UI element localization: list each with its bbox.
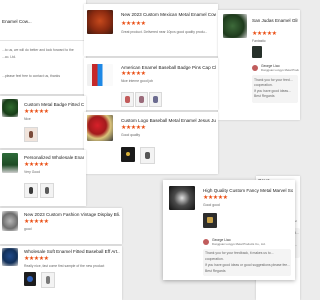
reply-line: ...co. Ltd. <box>2 55 16 59</box>
reply-line: cooperation. <box>254 83 273 87</box>
product-thumbnail[interactable] <box>87 10 113 34</box>
product-title[interactable]: New 2023 Custom Fashion Vintage Display … <box>24 212 120 218</box>
product-title[interactable]: New 2023 Custom Mexican Metal Enamel Cow… <box>121 12 216 18</box>
review-card: Wholesale Soft Enamel Fitted Baseball Ef… <box>0 246 122 300</box>
seller-reply: Thank you for your feed... cooperation. … <box>252 75 298 103</box>
product-thumbnail[interactable] <box>223 14 247 38</box>
product-title[interactable]: High Quality Custom Fancy Metal Marvel S… <box>203 188 293 194</box>
review-text: Very Good <box>24 170 41 174</box>
star-rating: ★★★★★ <box>24 162 49 168</box>
seller-company: Dongguan Longyu Metal Products Co., Ltd. <box>212 242 266 246</box>
review-text: Nice interne good job <box>121 79 154 83</box>
product-thumbnail[interactable] <box>2 153 18 173</box>
product-title[interactable]: Custom Metal Badge Fitted Cr... <box>24 102 84 108</box>
product-title[interactable]: San Judas Enamel Glitte... <box>252 18 298 24</box>
product-thumbnail[interactable] <box>2 211 18 231</box>
product-thumbnail[interactable] <box>2 99 18 117</box>
review-photo[interactable] <box>135 92 148 107</box>
seller-avatar <box>252 65 258 71</box>
review-photo[interactable] <box>149 92 162 107</box>
review-text: Great product. Delivered near 10pcs good… <box>121 30 208 34</box>
product-title[interactable]: Personalized Wholesale Enamel... <box>24 155 84 161</box>
star-rating: ★★★★★ <box>203 195 228 201</box>
star-rating: ★★★★★ <box>252 31 277 37</box>
seller-company: Dongguan Longyu Metal Products Co., Ltd. <box>261 68 299 72</box>
review-photo[interactable] <box>41 272 55 288</box>
review-text: good <box>24 227 32 231</box>
review-card: Custom Metal Badge Fitted Cr... ★★★★★ Ni… <box>0 96 86 148</box>
review-card: American Enamel Baseball Badge Pins Cap … <box>84 58 218 110</box>
review-card: New 2023 Custom Fashion Vintage Display … <box>0 208 122 244</box>
reply-line: ...to us, we will do better and look for… <box>2 48 74 52</box>
reply-line: If you have good ideas... <box>254 89 291 93</box>
review-photo[interactable] <box>140 147 155 164</box>
review-photo[interactable] <box>24 127 38 142</box>
review-card: San Judas Enamel Glitte... ★★★★★ Fantast… <box>218 10 300 120</box>
product-thumbnail[interactable] <box>87 115 113 141</box>
review-card: Custom Logo Baseball Metal Enamel Jesus … <box>84 112 218 174</box>
product-title[interactable]: Custom Logo Baseball Metal Enamel Jesus … <box>121 118 216 124</box>
review-text: Nice <box>24 117 31 121</box>
seller-reply: Thank you for your feedback, it makes us… <box>203 249 291 276</box>
reply-line: If you have good ideas or good suggestio… <box>205 263 291 267</box>
review-photo[interactable] <box>121 147 135 162</box>
review-photo[interactable] <box>24 183 38 198</box>
star-rating: ★★★★★ <box>121 21 146 27</box>
reply-line: Thank you for your feedback, it makes us… <box>205 251 274 255</box>
seller-avatar <box>203 239 209 245</box>
review-photo[interactable] <box>40 183 54 198</box>
star-rating: ★★★★★ <box>24 109 49 115</box>
star-rating: ★★★★★ <box>24 256 49 262</box>
product-thumbnail[interactable] <box>169 186 195 210</box>
divider <box>0 40 86 41</box>
review-text: Good quality <box>121 133 141 137</box>
star-rating: ★★★★★ <box>121 71 146 77</box>
star-rating: ★★★★★ <box>121 125 146 131</box>
product-thumbnail[interactable] <box>87 64 113 86</box>
review-text: Really nice, fast come first sample of t… <box>24 264 105 268</box>
review-photo[interactable] <box>121 92 134 107</box>
review-photo[interactable] <box>24 272 36 286</box>
review-photo[interactable] <box>203 213 217 228</box>
review-text: Good good <box>203 203 220 207</box>
review-card: High Quality Custom Fancy Metal Marvel S… <box>163 180 295 280</box>
star-rating: ★★★★★ <box>24 219 49 225</box>
product-title[interactable]: Wholesale Soft Enamel Fitted Baseball Ef… <box>24 249 120 255</box>
reply-line: Best Regards <box>205 269 226 273</box>
review-card: Enamel Cow... ...to us, we will do bette… <box>0 0 86 94</box>
review-card: New 2023 Custom Mexican Metal Enamel Cow… <box>84 4 218 56</box>
reply-note: ...please feel free to contact us, thank… <box>2 74 61 78</box>
review-card: Personalized Wholesale Enamel... ★★★★★ V… <box>0 150 86 206</box>
reply-line: Thank you for your feed... <box>254 78 293 82</box>
reply-line: Best Regards <box>254 94 275 98</box>
product-thumbnail[interactable] <box>2 248 18 266</box>
product-title[interactable]: Enamel Cow... <box>2 19 82 25</box>
review-text: Fantastic <box>252 39 266 43</box>
review-photo[interactable] <box>252 46 262 58</box>
reply-line: cooperation. <box>205 257 224 261</box>
